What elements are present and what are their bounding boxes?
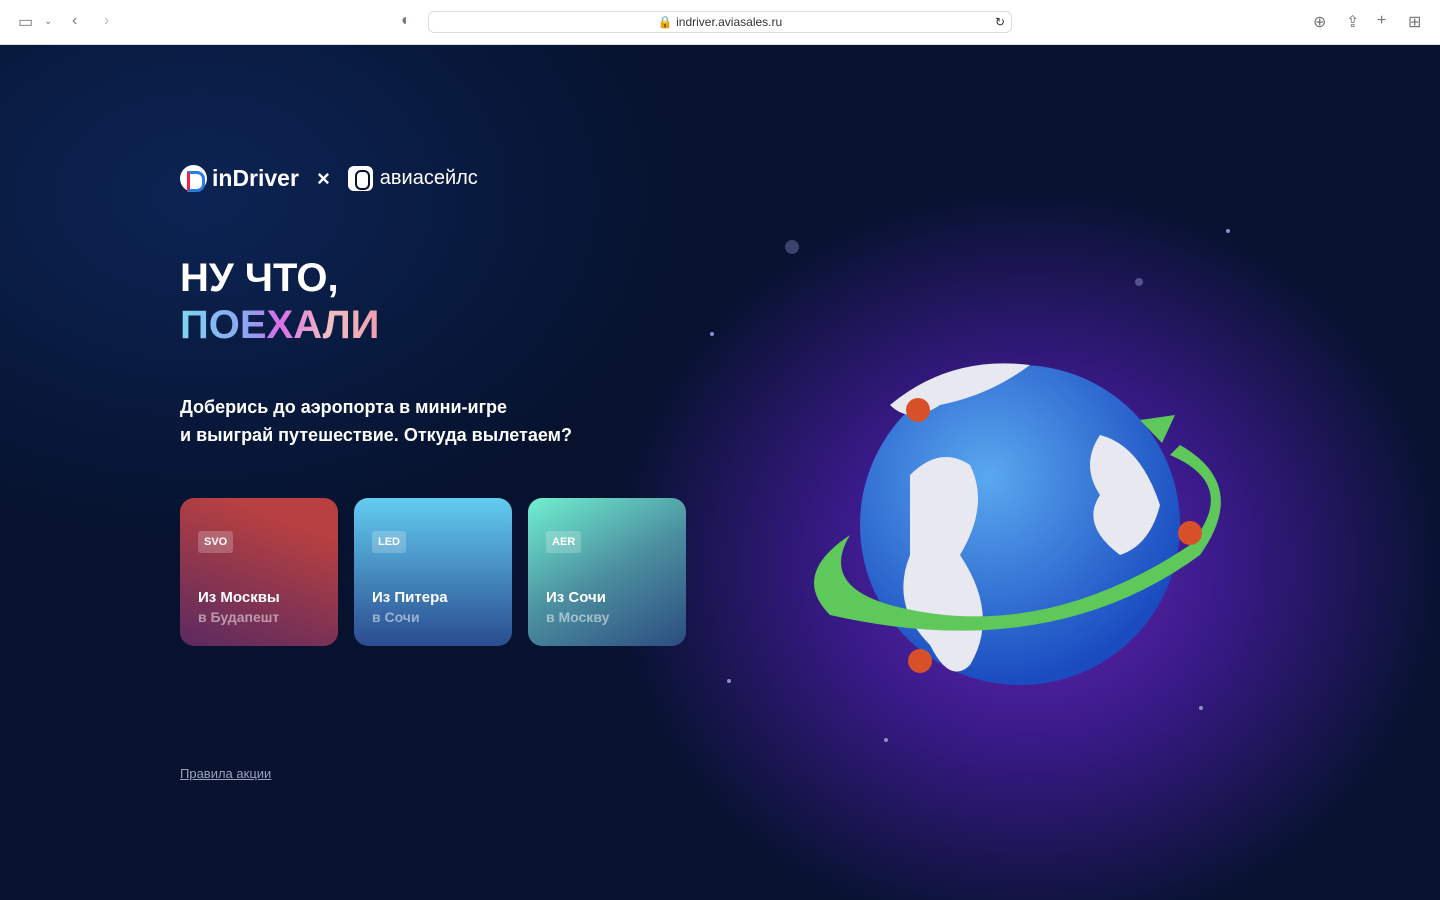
globe-illustration (814, 363, 1221, 685)
star (785, 240, 799, 254)
partner-logos: inDriver × авиасейлс (180, 165, 478, 192)
page-title: НУ ЧТО, ПОЕХАЛИ (180, 255, 379, 349)
route-from: Из Москвы (198, 589, 280, 606)
share-icon[interactable]: ⇪ (1346, 12, 1359, 32)
route-card-svo[interactable]: SVO Из Москвы в Будапешт (180, 498, 338, 646)
indriver-logo-icon (180, 165, 207, 192)
airport-code: AER (546, 531, 582, 553)
pin (906, 398, 930, 422)
back-icon[interactable]: ‹ (72, 12, 77, 30)
indriver-logo: inDriver (212, 165, 299, 191)
aviasales-logo: авиасейлс (379, 167, 478, 189)
forward-icon[interactable]: › (104, 12, 109, 30)
shield-icon[interactable]: ◐ (401, 12, 411, 30)
route-to: в Сочи (372, 609, 420, 625)
chevron-down-icon[interactable]: ⌄ (44, 16, 52, 27)
new-tab-icon[interactable]: + (1377, 12, 1386, 30)
download-icon[interactable]: ⊕ (1313, 12, 1326, 32)
browser-toolbar: ▭ ⌄ ‹ › ◐ 🔒 indriver.aviasales.ru ↻ ⊕ ⇪ +… (0, 0, 1440, 45)
rules-link[interactable]: Правила акции (180, 766, 271, 781)
star (727, 679, 731, 683)
star (1226, 229, 1230, 233)
star (710, 332, 714, 336)
title-line-1: НУ ЧТО, (180, 256, 339, 300)
aviasales-logo-icon (347, 166, 373, 191)
route-to: в Будапешт (198, 609, 280, 625)
pin (908, 649, 932, 673)
url-text: indriver.aviasales.ru (676, 15, 783, 29)
route-from: Из Сочи (546, 589, 606, 606)
sidebar-icon[interactable]: ▭ (18, 12, 33, 32)
title-line-2: ПОЕХАЛИ (180, 303, 380, 347)
route-card-aer[interactable]: AER Из Сочи в Москву (528, 498, 686, 646)
subtitle-line-1: Доберись до аэропорта в мини-игре (180, 397, 508, 417)
route-from: Из Питера (372, 589, 448, 606)
reload-icon[interactable]: ↻ (995, 12, 1005, 32)
subtitle: Доберись до аэропорта в мини-игре и выиг… (180, 393, 572, 449)
tab-overview-icon[interactable]: ⊞ (1408, 12, 1421, 32)
address-bar[interactable]: 🔒 indriver.aviasales.ru ↻ (428, 11, 1012, 33)
airport-code: LED (372, 531, 406, 553)
subtitle-line-2: и выиграй путешествие. Откуда вылетаем? (180, 425, 572, 445)
route-to: в Москву (546, 609, 610, 625)
airport-code: SVO (198, 531, 234, 553)
pin (1178, 521, 1202, 545)
route-card-led[interactable]: LED Из Питера в Сочи (354, 498, 512, 646)
landing-page: inDriver × авиасейлс НУ ЧТО, ПОЕХАЛИ Доб… (0, 45, 1440, 900)
route-cards: SVO Из Москвы в Будапешт LED Из Питера в… (180, 498, 686, 646)
star (1135, 278, 1143, 286)
separator: × (316, 165, 330, 191)
